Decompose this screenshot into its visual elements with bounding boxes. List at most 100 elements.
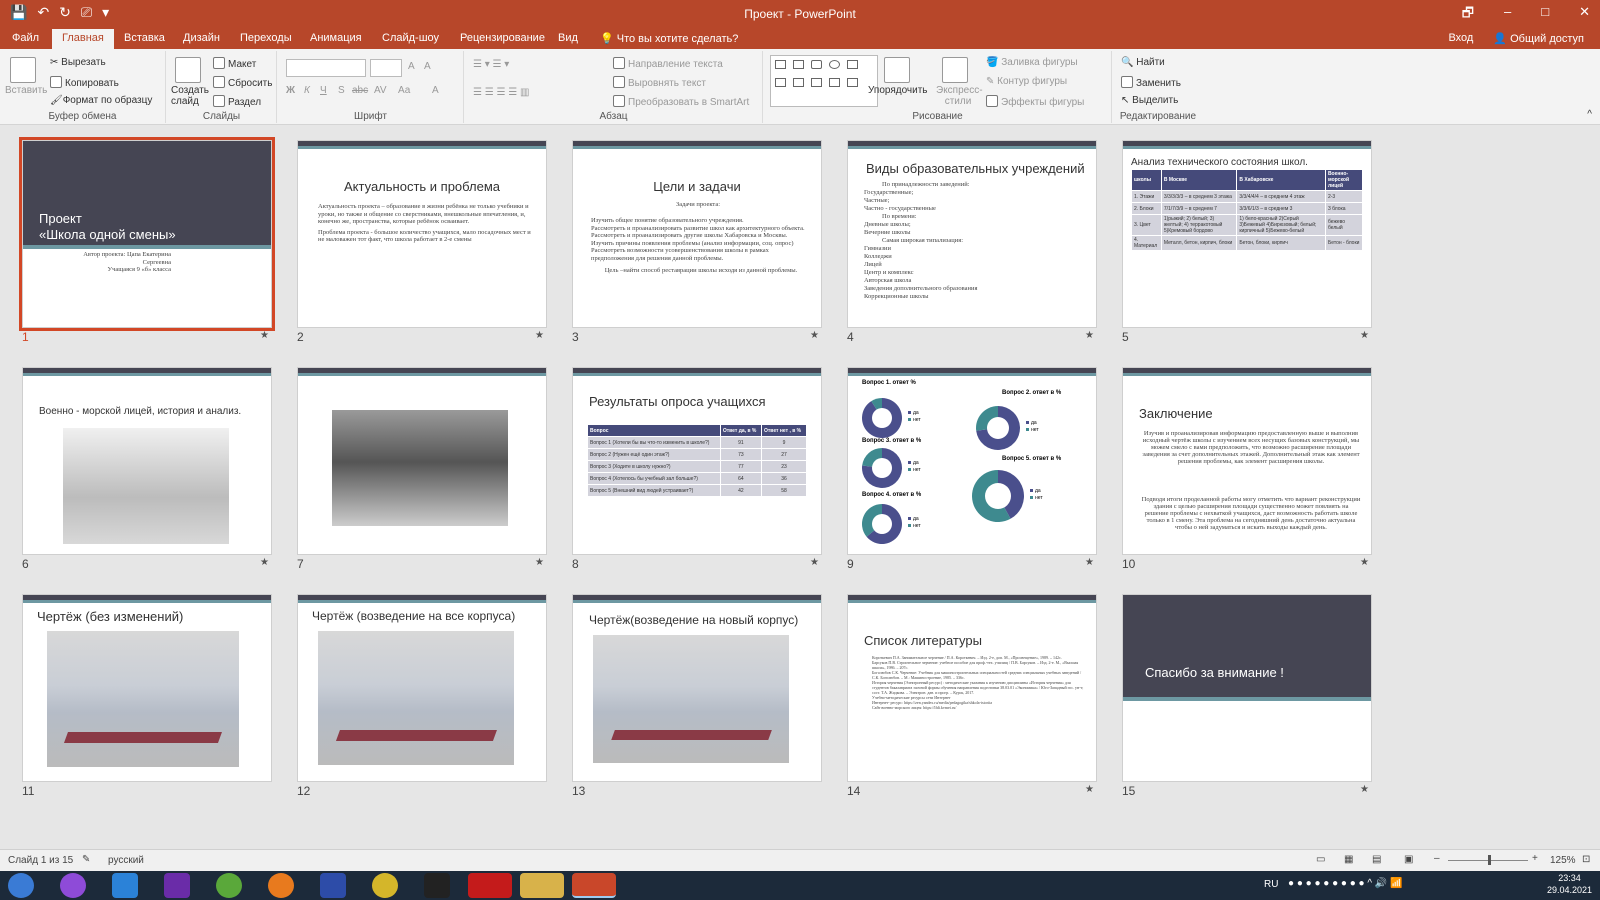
slide-thumbnail-11[interactable]: Чертёж (без изменений) — [22, 594, 272, 782]
shape-star-icon[interactable] — [829, 78, 840, 87]
tab-file[interactable]: Файл — [12, 32, 39, 44]
ribbon-display-icon[interactable]: 🗗 — [1462, 4, 1474, 26]
shape-rect-icon[interactable] — [775, 60, 786, 69]
reading-view-icon[interactable]: ▤ — [1372, 854, 1381, 865]
new-slide-icon[interactable] — [175, 57, 201, 83]
shape-line-icon[interactable] — [793, 60, 804, 69]
slide-sorter-view-icon[interactable]: ▦ — [1344, 854, 1353, 865]
strikethrough-button[interactable]: abc — [352, 85, 368, 96]
firefox-icon[interactable] — [268, 873, 294, 898]
font-size-dropdown[interactable] — [370, 59, 402, 77]
tab-animations[interactable]: Анимация — [310, 32, 362, 44]
clock[interactable]: 23:34 29.04.2021 — [1547, 872, 1592, 896]
find-button[interactable]: 🔍 Найти — [1121, 57, 1165, 68]
align-icons[interactable]: ☰ ☰ ☰ ☰ ▥ — [473, 87, 529, 98]
shadow-button[interactable]: S — [338, 85, 345, 96]
slide-thumbnail-12[interactable]: Чертёж (возведение на все корпуса) — [297, 594, 547, 782]
tell-me-box[interactable]: 💡 Что вы хотите сделать? — [600, 32, 738, 45]
slide-thumbnail-1[interactable]: Проект «Школа одной смены» Автор проекта… — [19, 137, 275, 331]
batman-app-icon[interactable] — [424, 873, 450, 898]
fit-slide-icon[interactable]: ⊡ — [1582, 854, 1590, 865]
grow-font-button[interactable]: A — [408, 61, 415, 72]
text-direction-button[interactable]: Направление текста — [613, 57, 723, 70]
slide-thumbnail-15[interactable]: Спасибо за внимание ! — [1122, 594, 1372, 782]
keyboard-language[interactable]: RU — [1264, 879, 1278, 890]
close-button[interactable]: ✕ — [1579, 4, 1590, 26]
shape-rounded-icon[interactable] — [811, 60, 822, 69]
font-name-dropdown[interactable] — [286, 59, 366, 77]
reset-button[interactable]: Сбросить — [213, 76, 272, 89]
shape-effects-button[interactable]: Эффекты фигуры — [986, 95, 1084, 108]
vertical-scrollbar[interactable] — [1586, 126, 1596, 848]
transition-star-icon[interactable]: ★ — [260, 557, 269, 568]
shape-oval-icon[interactable] — [829, 60, 840, 69]
shape-fill-button[interactable]: 🪣 Заливка фигуры — [986, 57, 1078, 68]
collapse-ribbon-icon[interactable]: ^ — [1587, 109, 1592, 120]
slide-thumbnail-7[interactable] — [297, 367, 547, 555]
slide-thumbnail-14[interactable]: Список литературы Короткевич П.А. Занима… — [847, 594, 1097, 782]
bold-button[interactable]: Ж — [286, 85, 295, 96]
tab-view[interactable]: Вид — [558, 32, 578, 44]
signin-link[interactable]: Вход — [1448, 32, 1473, 45]
smartart-button[interactable]: Преобразовать в SmartArt — [613, 95, 749, 108]
slideshow-view-icon[interactable]: ▣ — [1404, 854, 1413, 865]
floppy-app-icon[interactable] — [320, 873, 346, 898]
notes-icon[interactable]: ✎ — [82, 854, 90, 865]
tray-icons[interactable]: ● ● ● ● ● ● ● ● ● ^ 🔊 📶 — [1288, 878, 1403, 889]
chrome-icon[interactable] — [372, 873, 398, 898]
slide-thumbnail-9[interactable]: Вопрос 1. ответ % да нет Вопрос 2. ответ в … — [847, 367, 1097, 555]
font-color-button[interactable]: A — [432, 85, 439, 96]
transition-star-icon[interactable]: ★ — [1085, 557, 1094, 568]
normal-view-icon[interactable]: ▭ — [1316, 854, 1325, 865]
new-slide-button[interactable]: Создать слайд — [171, 85, 209, 107]
select-button[interactable]: ↖ Выделить — [1121, 95, 1178, 106]
replace-button[interactable]: Заменить — [1121, 76, 1181, 89]
alice-icon[interactable] — [60, 873, 86, 898]
zoom-in-button[interactable]: + — [1532, 853, 1538, 864]
slide-thumbnail-8[interactable]: Результаты опроса учащихся Вопрос Ответ … — [572, 367, 822, 555]
quick-styles-button[interactable]: Экспресс-стили — [936, 85, 983, 107]
transition-star-icon[interactable]: ★ — [810, 557, 819, 568]
tab-review[interactable]: Рецензирование — [460, 32, 545, 44]
underline-button[interactable]: Ч — [320, 85, 327, 96]
arrange-button[interactable]: Упорядочить — [868, 85, 928, 96]
layout-button[interactable]: Макет — [213, 57, 256, 70]
transition-star-icon[interactable]: ★ — [535, 330, 544, 341]
slide-thumbnail-10[interactable]: Заключение Изучив и проанализировав инфо… — [1122, 367, 1372, 555]
utorrent-icon[interactable] — [216, 873, 242, 898]
tab-slideshow[interactable]: Слайд-шоу — [382, 32, 439, 44]
tab-insert[interactable]: Вставка — [124, 32, 165, 44]
transition-star-icon[interactable]: ★ — [1360, 330, 1369, 341]
shrink-font-button[interactable]: A — [424, 61, 431, 72]
format-painter-button[interactable]: 🖌Формат по образцу — [50, 95, 152, 106]
visual-studio-icon[interactable] — [164, 873, 190, 898]
bullets-icon[interactable]: ☰ ▾ ☰ ▾ — [473, 59, 509, 70]
slide-thumbnail-2[interactable]: Актуальность и проблема Актуальность про… — [297, 140, 547, 328]
transition-star-icon[interactable]: ★ — [810, 330, 819, 341]
ie-icon[interactable] — [112, 873, 138, 898]
share-button[interactable]: 👤 Общий доступ — [1493, 32, 1584, 45]
shape-triangle-icon[interactable] — [775, 78, 786, 87]
zoom-level[interactable]: 125% — [1550, 855, 1576, 866]
section-button[interactable]: Раздел — [213, 95, 261, 108]
transition-star-icon[interactable]: ★ — [1085, 330, 1094, 341]
shape-connector-icon[interactable] — [793, 78, 804, 87]
italic-button[interactable]: К — [304, 85, 310, 96]
zoom-out-button[interactable]: – — [1434, 853, 1440, 864]
language-indicator[interactable]: русский — [108, 855, 144, 866]
shape-callout-icon[interactable] — [847, 78, 858, 87]
arrange-icon[interactable] — [884, 57, 910, 83]
start-button-icon[interactable] — [8, 873, 34, 898]
shape-outline-button[interactable]: ✎ Контур фигуры — [986, 76, 1067, 87]
quick-styles-icon[interactable] — [942, 57, 968, 83]
transition-star-icon[interactable]: ★ — [260, 330, 269, 341]
explorer-icon[interactable] — [520, 873, 564, 898]
zoom-slider-thumb[interactable] — [1488, 855, 1491, 865]
cut-button[interactable]: ✂ Вырезать — [50, 57, 106, 68]
change-case-button[interactable]: Аа — [398, 85, 410, 96]
copy-button[interactable]: Копировать — [50, 76, 119, 89]
paste-icon[interactable] — [10, 57, 36, 83]
minimize-button[interactable]: – — [1504, 4, 1511, 26]
transition-star-icon[interactable]: ★ — [1360, 557, 1369, 568]
transition-star-icon[interactable]: ★ — [1360, 784, 1369, 795]
